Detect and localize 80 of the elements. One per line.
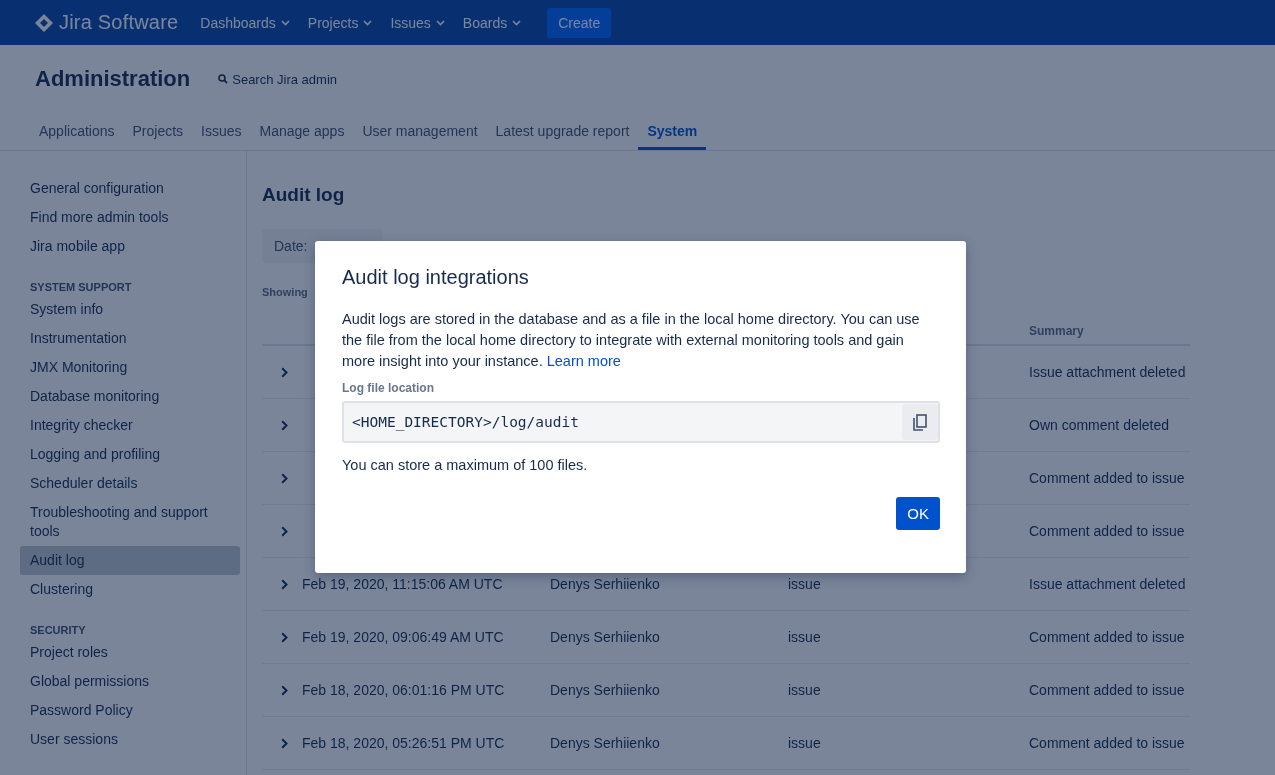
sidebar-item[interactable]: Audit log: [20, 546, 240, 575]
table-cell-text: Comment added to issue: [1029, 523, 1186, 539]
sidebar-item[interactable]: Jira mobile app: [20, 232, 240, 261]
section-title: Audit log: [262, 184, 346, 206]
table-cell: issue: [788, 682, 821, 698]
admin-tab[interactable]: System: [638, 113, 707, 150]
table-cell: issue: [788, 629, 821, 645]
sidebar-item[interactable]: Password Policy: [20, 696, 240, 725]
chevron-right-icon[interactable]: [281, 472, 288, 484]
chevron-right-icon[interactable]: [281, 631, 288, 643]
chevron-down-icon: [435, 19, 445, 26]
copy-button[interactable]: [902, 404, 938, 440]
sidebar-item[interactable]: Instrumentation: [20, 324, 240, 353]
sidebar-item[interactable]: General configuration: [20, 174, 240, 203]
admin-tab[interactable]: Manage apps: [250, 113, 354, 150]
copy-icon: [913, 413, 927, 431]
chevron-down-icon: [363, 19, 373, 26]
table-cell: Denys Serhiienko: [550, 629, 660, 645]
sidebar-section-heading: SECURITY: [29, 623, 87, 638]
sidebar-item[interactable]: Troubleshooting and support tools: [20, 498, 240, 546]
table-cell: Denys Serhiienko: [550, 682, 660, 698]
chevron-right-icon[interactable]: [281, 684, 288, 696]
learn-more-link[interactable]: Learn more: [546, 353, 621, 369]
sidebar-item[interactable]: Global permissions: [20, 667, 240, 696]
nav-menu[interactable]: Issues: [384, 8, 451, 37]
nav-menu[interactable]: Projects: [301, 8, 379, 37]
sidebar-item[interactable]: User sessions: [20, 725, 240, 754]
product-logo-text[interactable]: Jira Software: [59, 11, 179, 34]
sidebar-item[interactable]: Scheduler details: [20, 469, 240, 498]
table-cell: issue: [788, 735, 821, 751]
table-cell: issue: [788, 576, 821, 592]
column-header: Summary: [1029, 324, 1085, 338]
search-field[interactable]: Search Jira admin: [218, 71, 373, 87]
chevron-right-icon[interactable]: [281, 419, 288, 431]
sidebar-item[interactable]: Database monitoring: [20, 382, 240, 411]
search-icon: [218, 74, 229, 84]
sidebar-item[interactable]: Project roles: [20, 638, 240, 667]
page-title: Administration: [35, 66, 191, 92]
chevron-right-icon[interactable]: [281, 737, 288, 749]
modal-description: Audit logs are stored in the database and as a file in the local home directory. You can use the file from the local home directory to integrate with external monitoring tools and gain more insight into your instance. Learn more: [342, 310, 921, 371]
diamond-logo-icon: [35, 13, 53, 32]
sidebar-item[interactable]: JMX Monitoring: [20, 353, 240, 382]
ok-button[interactable]: OK: [896, 497, 940, 530]
table-cell-text: Issue attachment deleted: [1029, 576, 1187, 592]
log-path-field[interactable]: <HOME_DIRECTORY>/log/audit: [342, 401, 940, 443]
sidebar-item[interactable]: Clustering: [20, 575, 240, 604]
admin-tab[interactable]: Applications: [30, 113, 124, 150]
nav-menu[interactable]: Dashboards: [194, 8, 296, 37]
sidebar-section-heading: SYSTEM SUPPORT: [29, 280, 133, 295]
admin-tab[interactable]: Latest upgrade report: [486, 113, 639, 150]
table-cell: Denys Serhiienko: [550, 735, 660, 751]
sidebar-item[interactable]: Integrity checker: [20, 411, 240, 440]
table-cell-text: Comment added to issue: [1029, 629, 1186, 645]
table-cell: Feb 18, 2020, 06:01:16 PM UTC: [302, 682, 505, 698]
sidebar-item[interactable]: Find more admin tools: [20, 203, 240, 232]
create-button[interactable]: Create: [547, 7, 612, 38]
table-cell-text: Comment added to issue: [1029, 735, 1186, 751]
table-cell-text: Issue attachment deleted: [1029, 364, 1187, 380]
chevron-right-icon[interactable]: [281, 366, 288, 378]
table-cell-text: Comment added to issue: [1029, 470, 1186, 486]
sidebar-item[interactable]: Logging and profiling: [20, 440, 240, 469]
chevron-right-icon[interactable]: [281, 578, 288, 590]
table-cell-text: Comment added to issue: [1029, 682, 1186, 698]
table-cell: Feb 19, 2020, 09:06:49 AM UTC: [302, 629, 504, 645]
table-cell: Feb 19, 2020, 11:15:06 AM UTC: [302, 576, 503, 592]
field-label: Log file location: [342, 381, 435, 395]
results-count-text: Showing: [262, 286, 309, 298]
chevron-down-icon: [512, 19, 522, 26]
modal-title: Audit log integrations: [342, 266, 530, 289]
chevron-down-icon: [280, 19, 290, 26]
table-cell: Denys Serhiienko: [550, 576, 660, 592]
table-cell-text: Own comment deleted: [1029, 417, 1171, 433]
admin-tab[interactable]: User management: [353, 113, 487, 150]
chevron-right-icon[interactable]: [281, 525, 288, 537]
admin-tab[interactable]: Issues: [192, 113, 251, 150]
modal-note: You can store a maximum of 100 files.: [342, 457, 589, 473]
admin-tab[interactable]: Projects: [123, 113, 193, 150]
sidebar-item[interactable]: System info: [20, 295, 240, 324]
table-cell: Feb 18, 2020, 05:26:51 PM UTC: [302, 735, 505, 751]
nav-menu[interactable]: Boards: [456, 8, 528, 37]
